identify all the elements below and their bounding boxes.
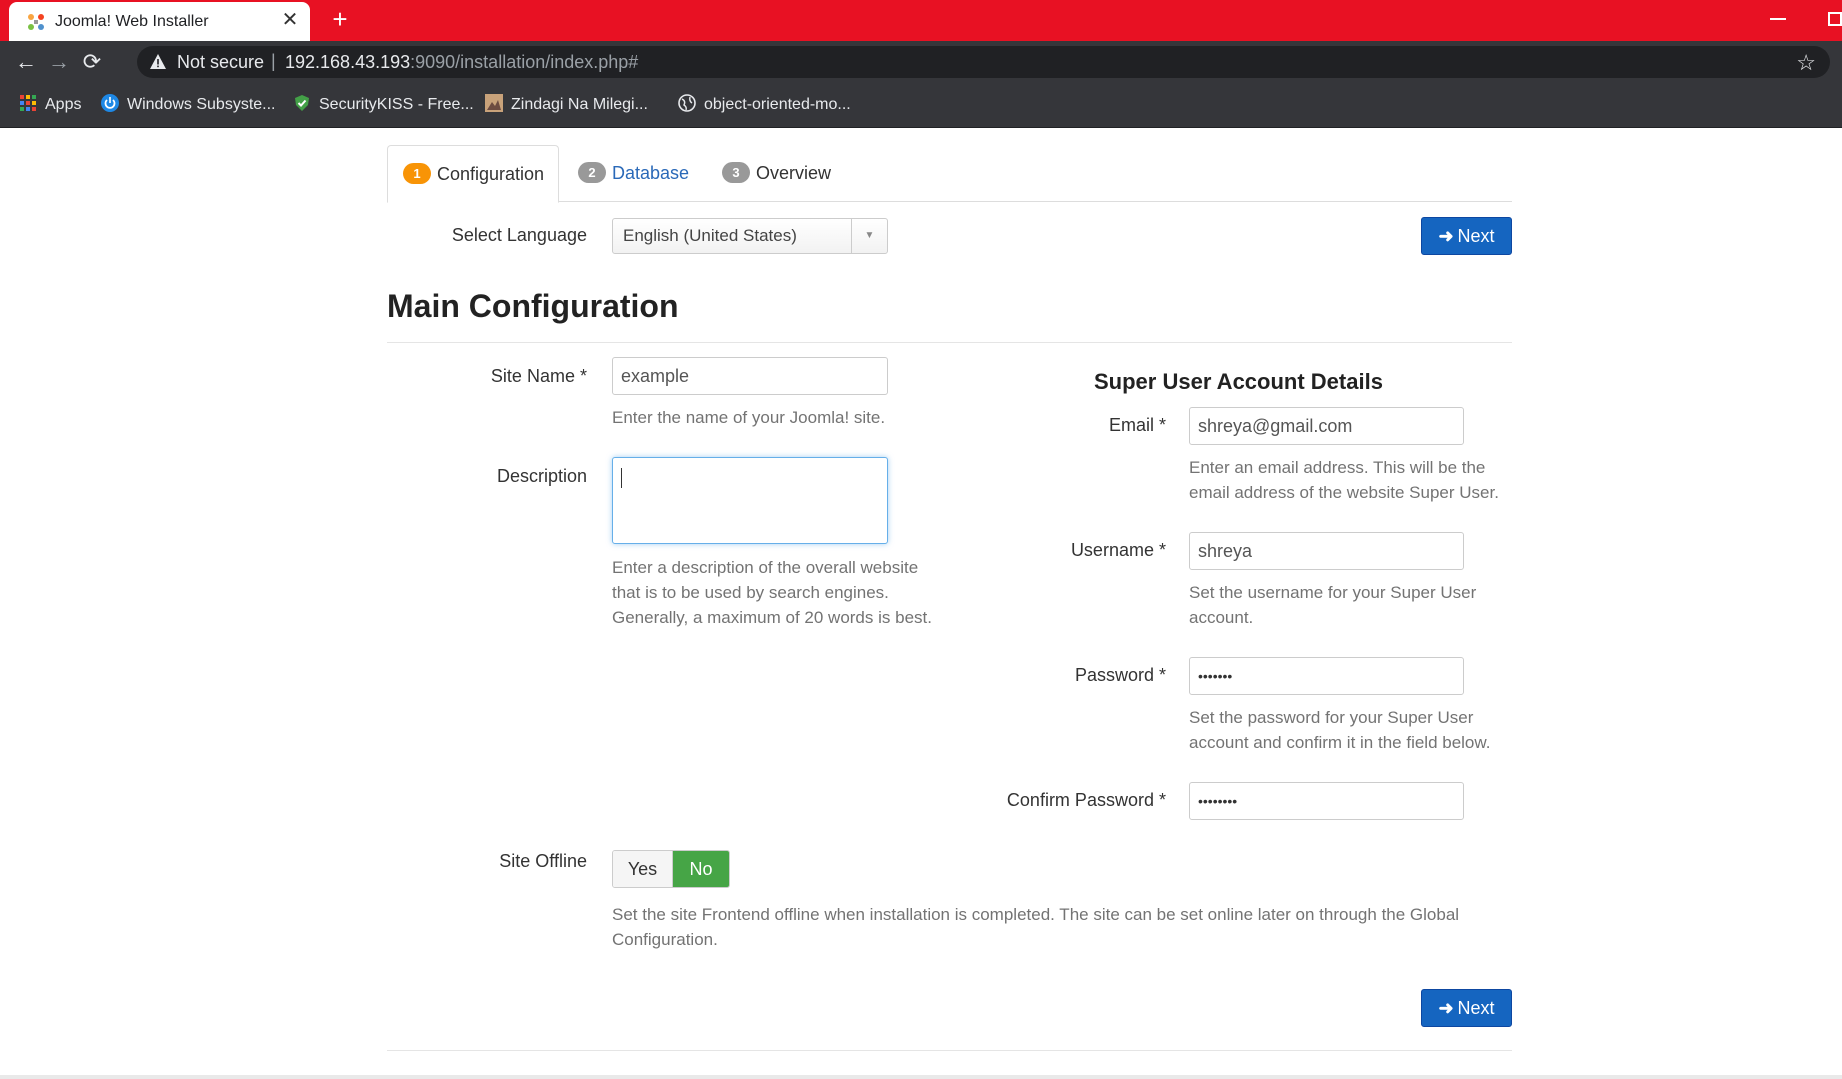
globe-icon (678, 94, 696, 112)
chevron-down-icon: ▼ (851, 219, 887, 253)
arrow-right-icon: ➜ (1438, 998, 1454, 1018)
url-separator: | (271, 51, 276, 71)
email-label: Email * (1040, 415, 1166, 436)
power-icon (101, 94, 119, 112)
select-language-label: Select Language (451, 225, 587, 245)
step-badge: 3 (722, 162, 750, 183)
bookmark-label: Zindagi Na Milegi... (511, 96, 648, 113)
language-select[interactable]: English (United States) ▼ (612, 218, 888, 254)
step-label: Overview (756, 163, 832, 183)
site-name-help: Enter the name of your Joomla! site. (612, 408, 886, 427)
tab-overview[interactable]: 3 Overview (722, 145, 831, 202)
username-help: Set the username for your Super User acc… (1189, 583, 1477, 627)
required-marker: * (579, 366, 587, 386)
step-tabs: 1 Configuration 2 Database 3 Overview (387, 145, 1512, 203)
site-offline-help: Set the site Frontend offline when insta… (612, 905, 1460, 949)
page-title: Main Configuration (387, 288, 679, 324)
footer-divider (387, 1050, 1512, 1051)
username-input[interactable]: shreya (1189, 532, 1464, 570)
description-textarea[interactable] (612, 457, 888, 544)
username-label-text: Username (1070, 540, 1154, 560)
site-offline-label: Site Offline (499, 851, 587, 871)
language-value: English (United States) (623, 226, 797, 245)
url-path: :9090/installation/index.php# (410, 52, 639, 72)
confirm-password-label: Confirm Password * (980, 790, 1166, 811)
password-label: Password * (1040, 665, 1166, 686)
site-name-label: Site Name * (440, 366, 587, 387)
bookmark-apps[interactable]: Apps (19, 94, 81, 116)
bookmark-label: Apps (45, 96, 82, 113)
browser-tab-bar: Joomla! Web Installer ✕ + (0, 0, 1842, 41)
next-label: Next (1457, 998, 1495, 1018)
next-label: Next (1457, 226, 1495, 246)
new-tab-icon[interactable]: + (328, 6, 352, 32)
tab-title: Joomla! Web Installer (55, 13, 209, 30)
step-badge: 1 (403, 163, 431, 184)
arrow-right-icon: ➜ (1438, 226, 1454, 246)
required-marker: * (1158, 665, 1166, 685)
image-icon (485, 94, 503, 112)
bookmark-label: SecurityKISS - Free... (319, 96, 474, 113)
title-divider (387, 342, 1512, 343)
tab-close-icon[interactable]: ✕ (280, 10, 300, 30)
back-icon[interactable]: ← (13, 49, 39, 75)
bookmark-windows-subsystem[interactable]: Windows Subsyste... (101, 94, 276, 116)
window-maximize-icon[interactable] (1828, 12, 1842, 26)
next-button-top[interactable]: ➜ Next (1421, 217, 1512, 255)
shield-check-icon (295, 95, 309, 111)
url-host: 192.168.43.193 (285, 52, 411, 72)
bookmark-label: Windows Subsyste... (127, 96, 276, 113)
bookmark-zindagi[interactable]: Zindagi Na Milegi... (485, 94, 648, 116)
site-offline-yes-button[interactable]: Yes (613, 851, 673, 887)
confirm-password-input[interactable]: •••••••• (1189, 782, 1464, 820)
next-button-bottom[interactable]: ➜ Next (1421, 989, 1512, 1027)
forward-icon[interactable]: → (46, 49, 72, 75)
bookmark-star-icon[interactable]: ☆ (1796, 50, 1816, 76)
site-name-input[interactable]: example (612, 357, 888, 395)
site-offline-no-button[interactable]: No (673, 851, 729, 887)
tab-configuration[interactable]: 1 Configuration (387, 145, 559, 203)
bookmarks-bar: Apps Windows Subsyste... SecurityKISS - … (0, 82, 1842, 128)
required-marker: * (1158, 415, 1166, 435)
browser-tab[interactable]: Joomla! Web Installer ✕ (9, 2, 310, 41)
password-label-text: Password (1074, 665, 1154, 685)
confirm-password-label-text: Confirm Password (1006, 790, 1154, 810)
password-help: Set the password for your Super User acc… (1189, 708, 1491, 752)
description-help: Enter a description of the overall websi… (612, 558, 932, 627)
step-label: Database (612, 163, 690, 183)
username-label: Username * (1040, 540, 1166, 561)
installer-page: 1 Configuration 2 Database 3 Overview Selec… (0, 128, 1842, 1079)
description-label: Description (496, 466, 587, 486)
reload-icon[interactable]: ⟳ (79, 49, 105, 75)
password-input[interactable]: ••••••• (1189, 657, 1464, 695)
window-minimize-icon[interactable] (1770, 18, 1786, 20)
email-input[interactable]: shreya@gmail.com (1189, 407, 1464, 445)
super-user-heading: Super User Account Details (1094, 369, 1383, 394)
text-caret (621, 468, 622, 488)
required-marker: * (1158, 790, 1166, 810)
step-badge: 2 (578, 162, 606, 183)
step-label: Configuration (437, 164, 545, 184)
bookmark-securitykiss[interactable]: SecurityKISS - Free... (293, 94, 474, 116)
apps-grid-icon (20, 95, 36, 111)
address-bar[interactable]: Not secure | 192.168.43.193:9090/install… (137, 46, 1830, 78)
joomla-favicon-icon (28, 14, 44, 30)
warning-icon (150, 54, 166, 69)
required-marker: * (1158, 540, 1166, 560)
bookmark-label: object-oriented-mo... (704, 96, 851, 113)
horizontal-scrollbar[interactable] (0, 1075, 1842, 1079)
email-help: Enter an email address. This will be the… (1189, 458, 1499, 502)
browser-toolbar: ← → ⟳ Not secure | 192.168.43.193:9090/i… (0, 41, 1842, 82)
url-text: 192.168.43.193:9090/installation/index.p… (285, 52, 638, 73)
site-offline-toggle: Yes No (612, 850, 730, 888)
security-label: Not secure (177, 52, 265, 72)
email-label-text: Email (1108, 415, 1154, 435)
tab-database[interactable]: 2 Database (578, 145, 689, 202)
site-name-label-text: Site Name (490, 366, 575, 386)
bookmark-object-oriented[interactable]: object-oriented-mo... (678, 94, 851, 116)
